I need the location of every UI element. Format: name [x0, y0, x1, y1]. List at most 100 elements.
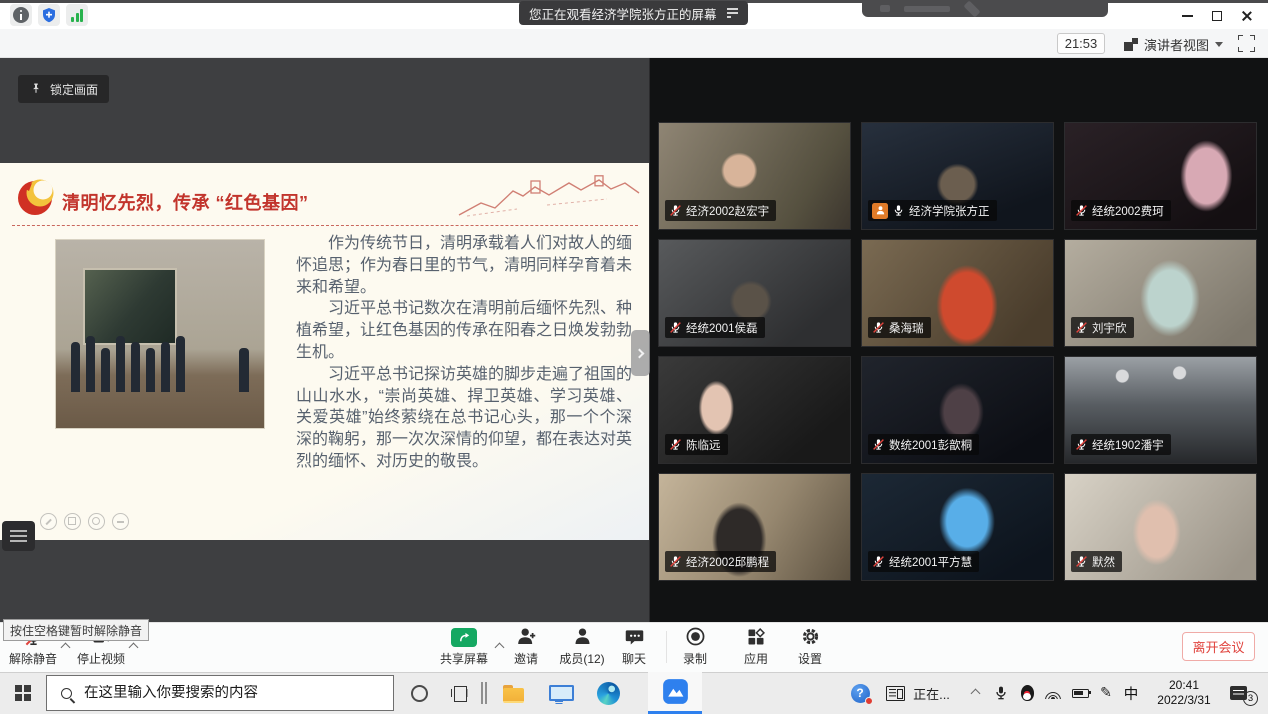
participant-tile[interactable]: 经济学院张方正 [861, 122, 1054, 230]
lock-view-button[interactable]: 锁定画面 [18, 75, 109, 103]
cortana-icon [411, 685, 428, 702]
annotation-menu-handle[interactable] [2, 521, 35, 551]
slide-photo [55, 239, 265, 429]
record-button[interactable]: 录制 [672, 626, 718, 667]
gear-icon [800, 626, 821, 647]
participant-tile[interactable]: 经统2001平方慧 [861, 473, 1054, 581]
invite-button[interactable]: 邀请 [504, 626, 548, 667]
apps-button[interactable]: 应用 [733, 626, 779, 667]
slide-paragraph-3: 习近平总书记探访英雄的脚步走遍了祖国的山山水水，“崇尚英雄、捍卫英雄、学习英雄、… [296, 364, 632, 473]
participant-tile[interactable]: 陈临远 [658, 356, 851, 464]
unmute-tooltip: 按住空格键暂时解除静音 [3, 619, 149, 641]
mic-muted-icon [669, 438, 682, 451]
ime-indicator[interactable]: 中 [1118, 672, 1144, 714]
annotate-zoom-icon[interactable] [88, 513, 105, 530]
participant-tile[interactable]: 默然 [1064, 473, 1257, 581]
banner-menu-icon[interactable] [727, 8, 738, 18]
close-icon [1241, 10, 1253, 22]
share-screen-label: 共享屏幕 [440, 650, 488, 667]
running-app-text: 正在... [913, 684, 950, 703]
watching-banner-text: 您正在观看经济学院张方正的屏幕 [529, 4, 717, 23]
fullscreen-button[interactable] [1238, 35, 1255, 52]
annotate-pencil-icon[interactable] [40, 513, 57, 530]
window-controls [1172, 3, 1262, 29]
search-input[interactable] [84, 685, 344, 701]
annotation-toolbar [40, 513, 129, 530]
clock[interactable]: 20:41 2022/3/31 [1146, 672, 1222, 714]
running-app-tray[interactable]: 正在... [880, 672, 956, 714]
participant-tile[interactable]: 刘宇欣 [1064, 239, 1257, 347]
mic-muted-icon [669, 321, 682, 334]
share-screen-button[interactable]: 共享屏幕 [434, 626, 494, 667]
mic-muted-icon [669, 555, 682, 568]
invite-label: 邀请 [514, 650, 538, 667]
chevron-right-icon [635, 348, 645, 358]
partial-logo [964, 0, 981, 17]
meeting-app-button[interactable] [648, 672, 702, 714]
pin-icon [29, 82, 43, 96]
meeting-info-button[interactable] [10, 4, 32, 26]
members-label: 成员(12) [559, 650, 604, 667]
notification-center-button[interactable]: 3 [1222, 672, 1266, 714]
maximize-button[interactable] [1202, 3, 1232, 29]
participant-tile[interactable]: 经统2001侯磊 [658, 239, 851, 347]
annotate-more-icon[interactable] [112, 513, 129, 530]
leave-meeting-button[interactable]: 离开会议 [1182, 632, 1255, 661]
participant-tile[interactable]: 经统1902潘宇 [1064, 356, 1257, 464]
collapse-panel-button[interactable] [631, 330, 650, 376]
participant-name: 桑海瑞 [889, 320, 924, 336]
participant-tile[interactable]: 桑海瑞 [861, 239, 1054, 347]
participant-tile[interactable]: 经济2002邱鹏程 [658, 473, 851, 581]
tray-expand-button[interactable] [962, 672, 988, 714]
participant-nametag: 经济学院张方正 [868, 200, 997, 221]
participant-tile[interactable]: 经统2002费珂 [1064, 122, 1257, 230]
meeting-window: 您正在观看经济学院张方正的屏幕 21:53 演讲者视图 锁定画面 [0, 0, 1268, 714]
taskbar-separator [478, 672, 490, 714]
network-quality-button[interactable] [66, 4, 88, 26]
watching-banner: 您正在观看经济学院张方正的屏幕 [519, 1, 748, 25]
minimize-button[interactable] [1172, 3, 1202, 29]
record-icon [685, 626, 706, 647]
tray-mic-button[interactable] [988, 672, 1014, 714]
mic-muted-icon [1075, 555, 1088, 568]
network-tray-button[interactable] [1040, 672, 1066, 714]
start-button[interactable] [0, 672, 46, 714]
mic-on-icon [892, 204, 905, 217]
close-button[interactable] [1232, 3, 1262, 29]
mic-muted-icon [872, 555, 885, 568]
chevron-up-icon [970, 688, 980, 698]
task-view-button[interactable] [440, 672, 478, 714]
partial-icon [880, 5, 890, 12]
annotate-copy-icon[interactable] [64, 513, 81, 530]
edge-button[interactable] [586, 672, 630, 714]
pen-tray-button[interactable]: ✎ [1094, 672, 1118, 714]
participant-tile[interactable]: 经济2002赵宏宇 [658, 122, 851, 230]
record-label: 录制 [683, 650, 707, 667]
partial-text [904, 6, 950, 12]
shield-icon [41, 7, 57, 23]
participant-name: 经统1902潘宇 [1092, 437, 1164, 453]
battery-tray-button[interactable] [1066, 672, 1094, 714]
battery-icon [1072, 689, 1089, 698]
participant-name: 经济2002赵宏宇 [686, 203, 769, 219]
chat-button[interactable]: 聊天 [612, 626, 656, 667]
this-pc-button[interactable] [538, 672, 580, 714]
participant-nametag: 经统2002费珂 [1071, 200, 1171, 221]
participant-nametag: 数统2001彭歆桐 [868, 434, 979, 455]
stop-video-label: 停止视频 [77, 650, 125, 667]
taskbar-search[interactable] [46, 675, 394, 711]
help-icon: ? [851, 684, 870, 703]
great-wall-art [457, 175, 642, 219]
cortana-button[interactable] [398, 672, 440, 714]
slide-title: 清明忆先烈，传承 “红色基因” [62, 189, 309, 215]
participant-tile[interactable]: 数统2001彭歆桐 [861, 356, 1054, 464]
file-explorer-button[interactable] [492, 672, 534, 714]
members-button[interactable]: 成员(12) [551, 626, 613, 667]
qq-tray-button[interactable] [1014, 672, 1040, 714]
apps-label: 应用 [744, 650, 768, 667]
view-mode-dropdown[interactable]: 演讲者视图 [1124, 32, 1223, 56]
help-tray-button[interactable]: ? [844, 672, 876, 714]
security-button[interactable] [38, 4, 60, 26]
settings-button[interactable]: 设置 [787, 626, 833, 667]
tray-date: 2022/3/31 [1157, 693, 1210, 708]
